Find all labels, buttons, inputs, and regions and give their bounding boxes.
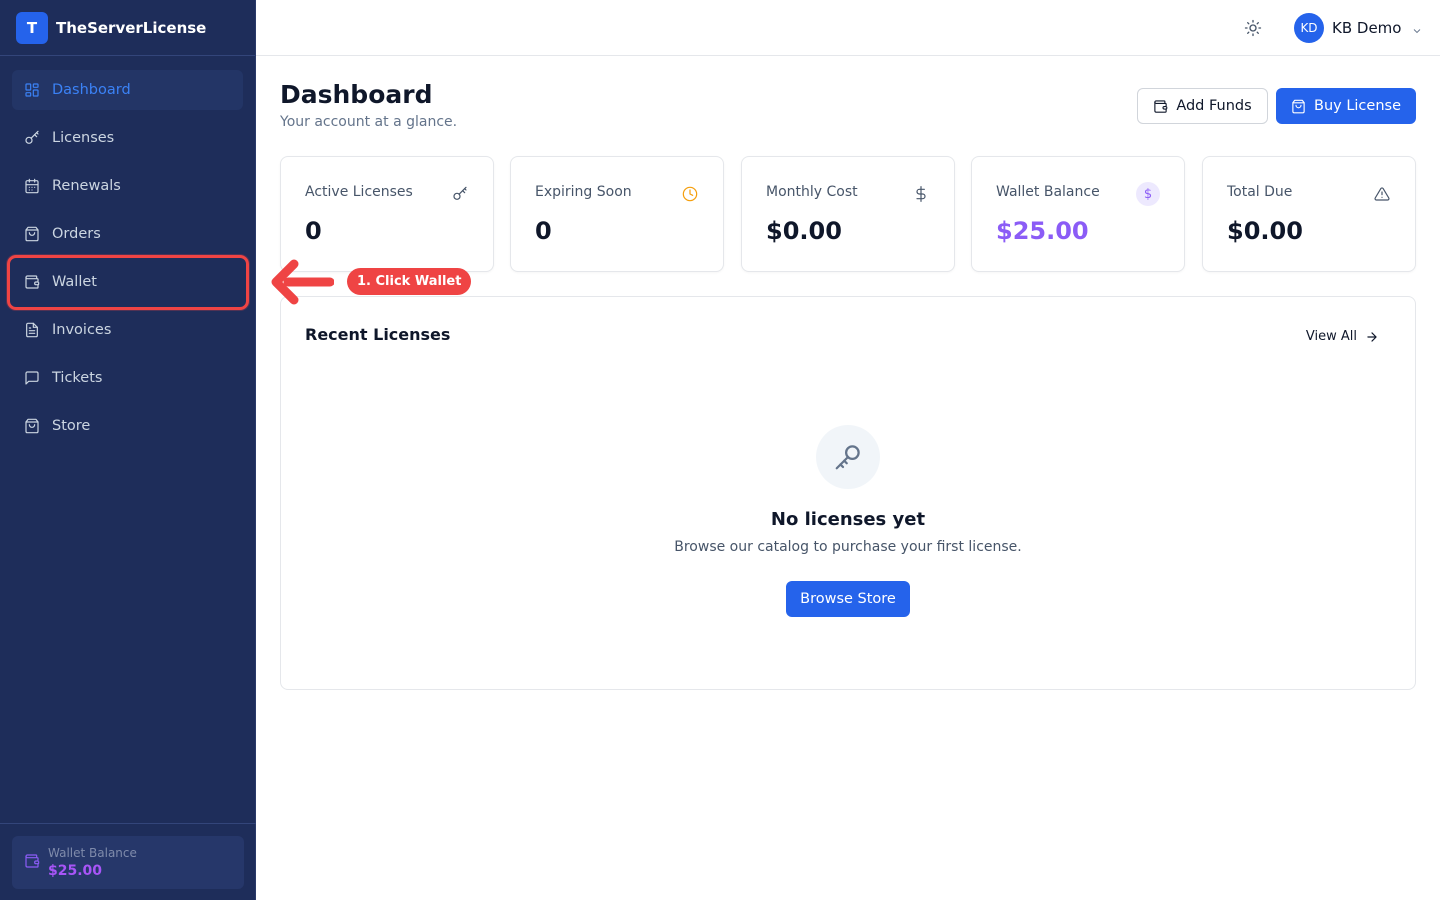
recent-licenses-panel: Recent Licenses View All No licenses yet… [280, 296, 1416, 690]
clock-icon [681, 185, 699, 203]
wallet-icon [24, 274, 40, 290]
annotation-arrow-icon [270, 258, 335, 306]
dollar-icon [912, 185, 930, 203]
stat-label: Monthly Cost [766, 184, 858, 200]
stat-value: $0.00 [1227, 217, 1303, 245]
brand[interactable]: T TheServerLicense [0, 0, 255, 56]
sidebar-item-label: Tickets [52, 370, 103, 386]
stat-card-wallet-balance: Wallet Balance $25.00 $ [971, 156, 1185, 272]
shopping-bag-icon [1292, 99, 1305, 113]
stat-card-expiring-soon: Expiring Soon 0 [510, 156, 724, 272]
sidebar-item-label: Invoices [52, 322, 112, 338]
shopping-bag-icon [24, 226, 40, 242]
stat-label: Wallet Balance [996, 184, 1100, 200]
topbar: KD KB Demo [256, 0, 1440, 56]
chevron-down-icon [1411, 22, 1423, 34]
page-subtitle: Your account at a glance. [280, 114, 458, 130]
buy-license-button[interactable]: Buy License [1276, 88, 1416, 124]
avatar: KD [1294, 13, 1324, 43]
sun-icon[interactable] [1244, 19, 1262, 37]
message-icon [24, 370, 40, 386]
browse-store-button[interactable]: Browse Store [786, 581, 910, 617]
arrow-right-icon [1367, 331, 1377, 342]
annotation-callout: 1. Click Wallet [347, 268, 472, 295]
stat-label: Active Licenses [305, 184, 413, 200]
sidebar-item-licenses[interactable]: Licenses [12, 118, 243, 158]
panel-title: Recent Licenses [305, 325, 451, 344]
wallet-balance-value: $25.00 [48, 863, 103, 879]
stat-label: Expiring Soon [535, 184, 632, 200]
wallet-icon [24, 853, 40, 873]
wallet-icon [1154, 99, 1168, 113]
key-icon [816, 425, 880, 489]
stat-value: 0 [305, 217, 322, 245]
stat-card-total-due: Total Due $0.00 [1202, 156, 1416, 272]
sidebar-item-label: Licenses [52, 130, 115, 146]
dollar-badge-icon: $ [1136, 182, 1160, 206]
sidebar-item-store[interactable]: Store [12, 406, 243, 446]
alert-triangle-icon [1373, 185, 1391, 203]
sidebar-item-label: Renewals [52, 178, 121, 194]
sidebar-item-renewals[interactable]: Renewals [12, 166, 243, 206]
stat-card-active-licenses: Active Licenses 0 [280, 156, 494, 272]
store-icon [24, 418, 40, 434]
wallet-balance-label: Wallet Balance [48, 846, 137, 860]
user-menu[interactable]: KD KB Demo [1294, 13, 1423, 43]
sidebar-item-invoices[interactable]: Invoices [12, 310, 243, 350]
add-funds-button[interactable]: Add Funds [1137, 88, 1268, 124]
calendar-icon [24, 178, 40, 194]
file-text-icon [24, 322, 40, 338]
sidebar-item-orders[interactable]: Orders [12, 214, 243, 254]
brand-logo: T [16, 11, 48, 44]
empty-state-subtitle: Browse our catalog to purchase your firs… [674, 539, 1022, 555]
view-all-link[interactable]: View All [1306, 329, 1379, 344]
page-title: Dashboard [280, 80, 433, 109]
key-icon [451, 185, 469, 203]
key-icon [24, 130, 40, 146]
stat-value: 0 [535, 217, 552, 245]
brand-name: TheServerLicense [56, 18, 207, 37]
sidebar-item-label: Store [52, 418, 91, 434]
stat-value: $0.00 [766, 217, 842, 245]
sidebar-footer: Wallet Balance $25.00 [0, 823, 256, 900]
add-funds-label: Add Funds [1176, 98, 1252, 114]
sidebar-item-dashboard[interactable]: Dashboard [12, 70, 243, 110]
sidebar-item-label: Wallet [52, 274, 97, 290]
stat-value: $25.00 [996, 217, 1089, 245]
dashboard-icon [24, 82, 40, 98]
sidebar: T TheServerLicense Dashboard Licenses Re… [0, 0, 256, 900]
sidebar-item-wallet[interactable]: Wallet [12, 262, 243, 302]
buy-license-label: Buy License [1314, 98, 1401, 114]
sidebar-nav: Dashboard Licenses Renewals Orders Walle… [0, 56, 255, 468]
sidebar-item-label: Dashboard [52, 82, 131, 98]
view-all-label: View All [1305, 329, 1357, 344]
sidebar-wallet-balance[interactable]: Wallet Balance $25.00 [12, 836, 244, 889]
sidebar-item-label: Orders [52, 226, 101, 242]
empty-state-title: No licenses yet [770, 509, 926, 530]
sidebar-item-tickets[interactable]: Tickets [12, 358, 243, 398]
user-name: KB Demo [1332, 19, 1402, 37]
stat-card-monthly-cost: Monthly Cost $0.00 [741, 156, 955, 272]
stat-label: Total Due [1227, 184, 1293, 200]
